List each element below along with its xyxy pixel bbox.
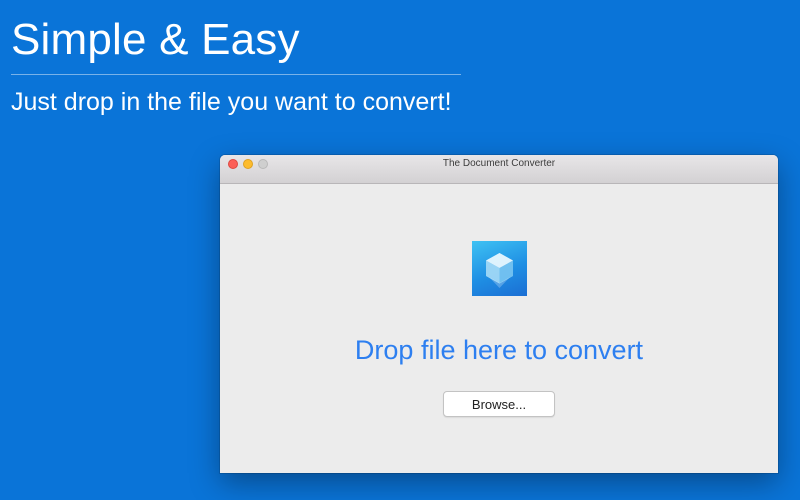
browse-button[interactable]: Browse... (443, 391, 555, 417)
drop-prompt: Drop file here to convert (354, 335, 644, 365)
drop-zone[interactable]: Drop file here to convert Browse... (220, 184, 778, 473)
cube-icon (472, 241, 527, 296)
promo-subheadline: Just drop in the file you want to conver… (11, 88, 452, 116)
window-titlebar[interactable]: The Document Converter (220, 155, 778, 184)
promo-divider (11, 74, 461, 75)
window-title: The Document Converter (442, 158, 556, 169)
promo-headline: Simple & Easy (11, 15, 300, 64)
app-window: The Document Converter Drop file here to… (220, 155, 778, 473)
